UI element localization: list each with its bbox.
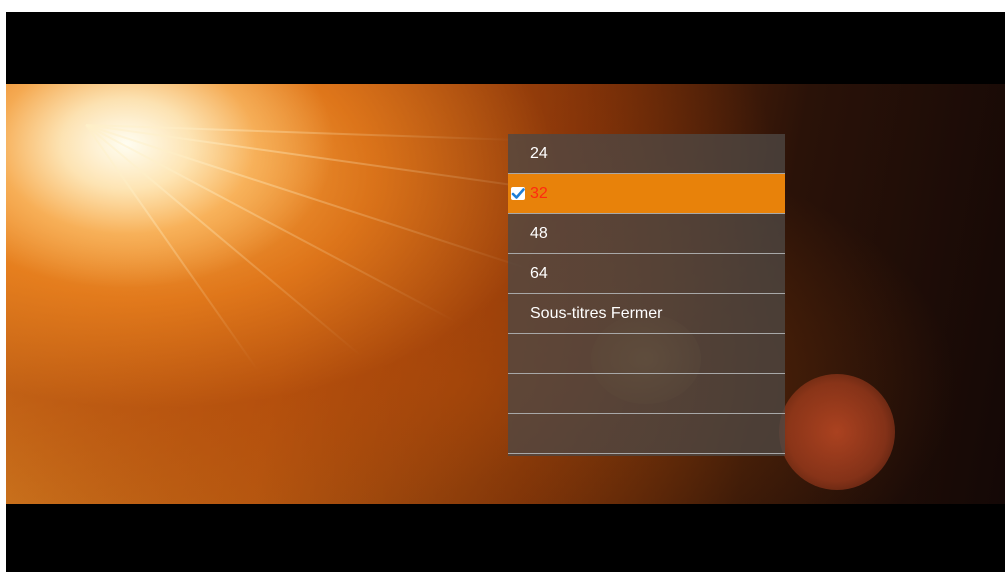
menu-item-64[interactable]: 64 <box>508 254 785 294</box>
light-ray <box>85 124 458 324</box>
menu-item-32[interactable]: 32 <box>508 174 785 214</box>
menu-item-24[interactable]: 24 <box>508 134 785 174</box>
subtitle-size-menu: 24 32 48 64 Sous-titres Fermer <box>508 134 785 456</box>
checkbox-checked-icon <box>511 187 525 200</box>
lens-flare <box>779 374 895 490</box>
menu-item-label: 48 <box>530 225 548 242</box>
menu-item-empty <box>508 334 785 374</box>
tv-screen: 24 32 48 64 Sous-titres Fermer <box>6 12 1005 572</box>
menu-item-empty <box>508 374 785 414</box>
menu-item-subtitles-off[interactable]: Sous-titres Fermer <box>508 294 785 334</box>
menu-item-label: 64 <box>530 265 548 282</box>
menu-item-label: Sous-titres Fermer <box>530 305 663 322</box>
menu-item-label: 24 <box>530 145 548 162</box>
menu-item-48[interactable]: 48 <box>508 214 785 254</box>
video-frame <box>6 84 1005 504</box>
menu-item-empty <box>508 414 785 454</box>
light-ray <box>85 124 543 275</box>
menu-item-label: 32 <box>530 185 548 202</box>
